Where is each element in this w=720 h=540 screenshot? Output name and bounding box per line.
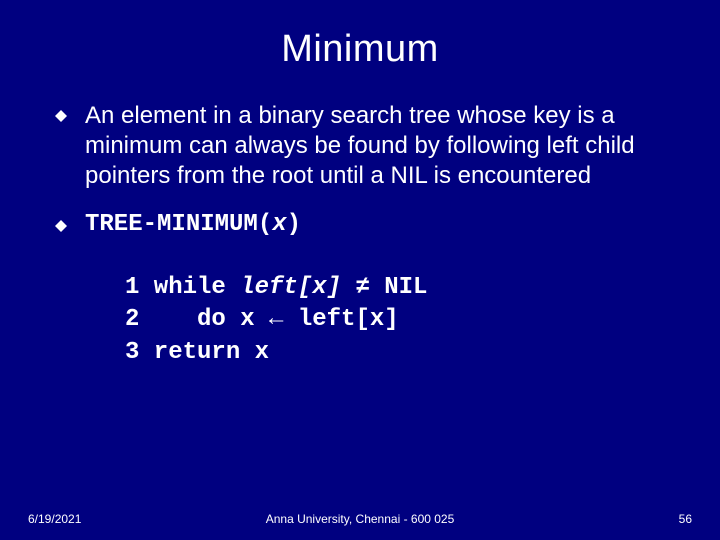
proc-name: TREE-MINIMUM — [85, 211, 258, 238]
procedure-heading: TREE-MINIMUM(x) — [85, 211, 301, 238]
bullet-text: An element in a binary search tree whose… — [85, 101, 665, 191]
code-line-3: 3 return x — [125, 339, 269, 366]
slide: Minimum An element in a binary search tr… — [0, 0, 720, 540]
slide-title: Minimum — [0, 0, 720, 71]
pseudocode-block: 1 while left[x] ≠ NIL 2 do x ← left[x] 3… — [55, 258, 665, 369]
diamond-bullet-icon — [55, 220, 67, 232]
footer-page-number: 56 — [679, 512, 692, 526]
footer-org: Anna University, Chennai - 600 025 — [0, 512, 720, 526]
code-line-1a: 1 while — [125, 274, 240, 301]
bullet-item: An element in a binary search tree whose… — [55, 101, 665, 191]
slide-body: An element in a binary search tree whose… — [0, 71, 720, 369]
code-line-1b: left[x] — [240, 274, 341, 301]
diamond-bullet-icon — [55, 110, 67, 122]
bullet-item: TREE-MINIMUM(x) — [55, 211, 665, 238]
code-line-2: 2 do x ← left[x] — [125, 306, 399, 333]
code-line-1c: ≠ NIL — [341, 274, 427, 301]
proc-arg: x — [272, 211, 286, 238]
